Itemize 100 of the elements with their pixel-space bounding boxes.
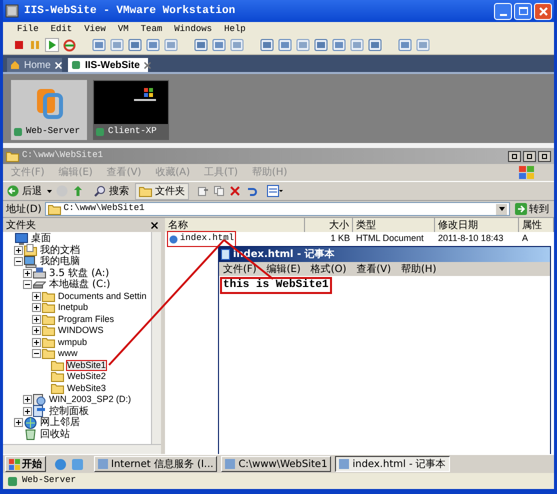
- tree-item[interactable]: www: [57, 348, 78, 360]
- toolbar-icon[interactable]: [230, 38, 244, 52]
- reset-icon[interactable]: [63, 38, 76, 52]
- expand-toggle[interactable]: [32, 314, 41, 324]
- toolbar-icon[interactable]: [296, 38, 310, 52]
- tree-item[interactable]: Program Files: [57, 314, 116, 325]
- table-cell[interactable]: index.html: [167, 231, 236, 247]
- taskbar-button[interactable]: Internet 信息服务 (I...: [94, 456, 218, 472]
- taskbar-button[interactable]: index.html - 记事本: [335, 456, 450, 472]
- toolbar-icon[interactable]: [332, 38, 346, 52]
- scrollbar[interactable]: [151, 232, 161, 444]
- menu-item[interactable]: 帮助(H): [401, 262, 436, 276]
- tree-item[interactable]: 网上邻居: [39, 417, 81, 428]
- back-button[interactable]: 后退: [6, 184, 43, 198]
- close-icon[interactable]: [151, 222, 158, 228]
- toolbar-icon[interactable]: [398, 38, 412, 52]
- tree-item[interactable]: 我的文档: [39, 244, 81, 256]
- expand-toggle[interactable]: [23, 395, 32, 404]
- vm-thumbnail[interactable]: Web-Server: [11, 80, 87, 140]
- menu-item[interactable]: View: [84, 23, 106, 35]
- up-arrow-icon[interactable]: [72, 185, 84, 197]
- expand-toggle[interactable]: [32, 326, 41, 336]
- menu-item[interactable]: VM: [118, 23, 129, 35]
- folders-button[interactable]: 文件夹: [135, 182, 189, 200]
- restore-button[interactable]: [523, 150, 536, 162]
- toolbar-icon[interactable]: [368, 38, 382, 52]
- column-header[interactable]: 属性: [519, 218, 554, 232]
- column-header[interactable]: 大小: [305, 218, 353, 232]
- menu-item[interactable]: File: [17, 23, 39, 35]
- tree-item[interactable]: Documents and Settin: [57, 290, 148, 302]
- move-icon[interactable]: [197, 185, 209, 197]
- expand-toggle[interactable]: [32, 338, 41, 347]
- tree-item[interactable]: WebSite1: [66, 360, 107, 371]
- toolbar-icon[interactable]: [212, 38, 226, 52]
- views-icon[interactable]: [267, 185, 283, 197]
- vm-thumbnail[interactable]: Client-XP: [93, 80, 169, 140]
- menu-item[interactable]: Windows: [174, 23, 212, 35]
- toolbar-icon[interactable]: [110, 38, 124, 52]
- column-header[interactable]: 名称: [165, 218, 305, 232]
- expand-toggle[interactable]: [23, 406, 32, 416]
- tree-item[interactable]: 桌面: [30, 233, 52, 244]
- expand-toggle[interactable]: [14, 418, 23, 428]
- menu-item[interactable]: Edit: [50, 23, 72, 35]
- toolbar-icon[interactable]: [164, 38, 178, 52]
- minimize-button[interactable]: [508, 150, 521, 162]
- tree-item[interactable]: WebSite3: [66, 382, 107, 394]
- maximize-button[interactable]: [514, 2, 532, 20]
- toolbar-icon[interactable]: [194, 38, 208, 52]
- dropdown-arrow-icon[interactable]: [47, 190, 52, 192]
- start-button[interactable]: 开始: [5, 456, 46, 472]
- copy-icon[interactable]: [213, 185, 225, 197]
- toolbar-icon[interactable]: [416, 38, 430, 52]
- tree-item[interactable]: wmpub: [57, 336, 88, 348]
- menu-item[interactable]: Team: [140, 23, 162, 35]
- expand-toggle[interactable]: [32, 292, 41, 301]
- tree-item[interactable]: WINDOWS: [57, 325, 104, 336]
- close-icon[interactable]: [144, 62, 151, 68]
- dropdown-button[interactable]: [496, 204, 507, 214]
- taskbar-button[interactable]: C:\www\WebSite1: [221, 456, 332, 472]
- column-header[interactable]: 类型: [353, 218, 435, 232]
- delete-icon[interactable]: [229, 185, 241, 197]
- toolbar-icon[interactable]: [92, 38, 106, 52]
- close-button[interactable]: [538, 150, 551, 162]
- tree-item[interactable]: 我的电脑: [39, 256, 81, 268]
- tree-item[interactable]: 本地磁盘 (C:): [48, 279, 112, 290]
- toolbar-icon[interactable]: [314, 38, 328, 52]
- menu-item[interactable]: 格式(O): [310, 262, 346, 276]
- stop-icon[interactable]: [13, 39, 25, 51]
- expand-toggle[interactable]: [14, 246, 23, 255]
- undo-icon[interactable]: [245, 185, 257, 197]
- menu-item[interactable]: 查看(V): [356, 262, 392, 276]
- toolbar-icon[interactable]: [278, 38, 292, 52]
- toolbar-icon[interactable]: [146, 38, 160, 52]
- toolbar-icon[interactable]: [128, 38, 142, 52]
- tab[interactable]: Home: [7, 58, 62, 72]
- tree-item[interactable]: 3.5 软盘 (A:): [48, 268, 110, 279]
- collapse-toggle[interactable]: [14, 257, 23, 266]
- search-button[interactable]: 搜索: [92, 184, 131, 198]
- collapse-toggle[interactable]: [32, 349, 41, 358]
- menu-item[interactable]: Help: [224, 23, 246, 35]
- expand-toggle[interactable]: [32, 303, 41, 312]
- menu-item[interactable]: 文件(F): [223, 262, 257, 276]
- menu-item[interactable]: 编辑(E): [266, 262, 301, 276]
- vm-name: Web-Server: [26, 125, 80, 138]
- column-header[interactable]: 修改日期: [435, 218, 519, 232]
- scrollbar[interactable]: [3, 444, 161, 454]
- play-icon[interactable]: [45, 38, 59, 52]
- tab[interactable]: IIS-WebSite: [68, 58, 148, 72]
- tree-item[interactable]: 控制面板: [48, 406, 90, 417]
- toolbar-icon[interactable]: [350, 38, 364, 52]
- browser-icon[interactable]: [54, 458, 67, 470]
- tree-item[interactable]: 回收站: [39, 428, 71, 440]
- tree-item[interactable]: WIN_2003_SP2 (D:): [48, 394, 132, 406]
- toolbar-icon[interactable]: [260, 38, 274, 52]
- address-field[interactable]: C:\www\WebSite1: [44, 202, 510, 216]
- tree-item[interactable]: WebSite2: [66, 371, 107, 382]
- expand-toggle[interactable]: [23, 268, 32, 278]
- go-button[interactable]: 转到: [513, 202, 551, 216]
- tree-item[interactable]: Inetpub: [57, 302, 90, 314]
- collapse-toggle[interactable]: [23, 280, 32, 290]
